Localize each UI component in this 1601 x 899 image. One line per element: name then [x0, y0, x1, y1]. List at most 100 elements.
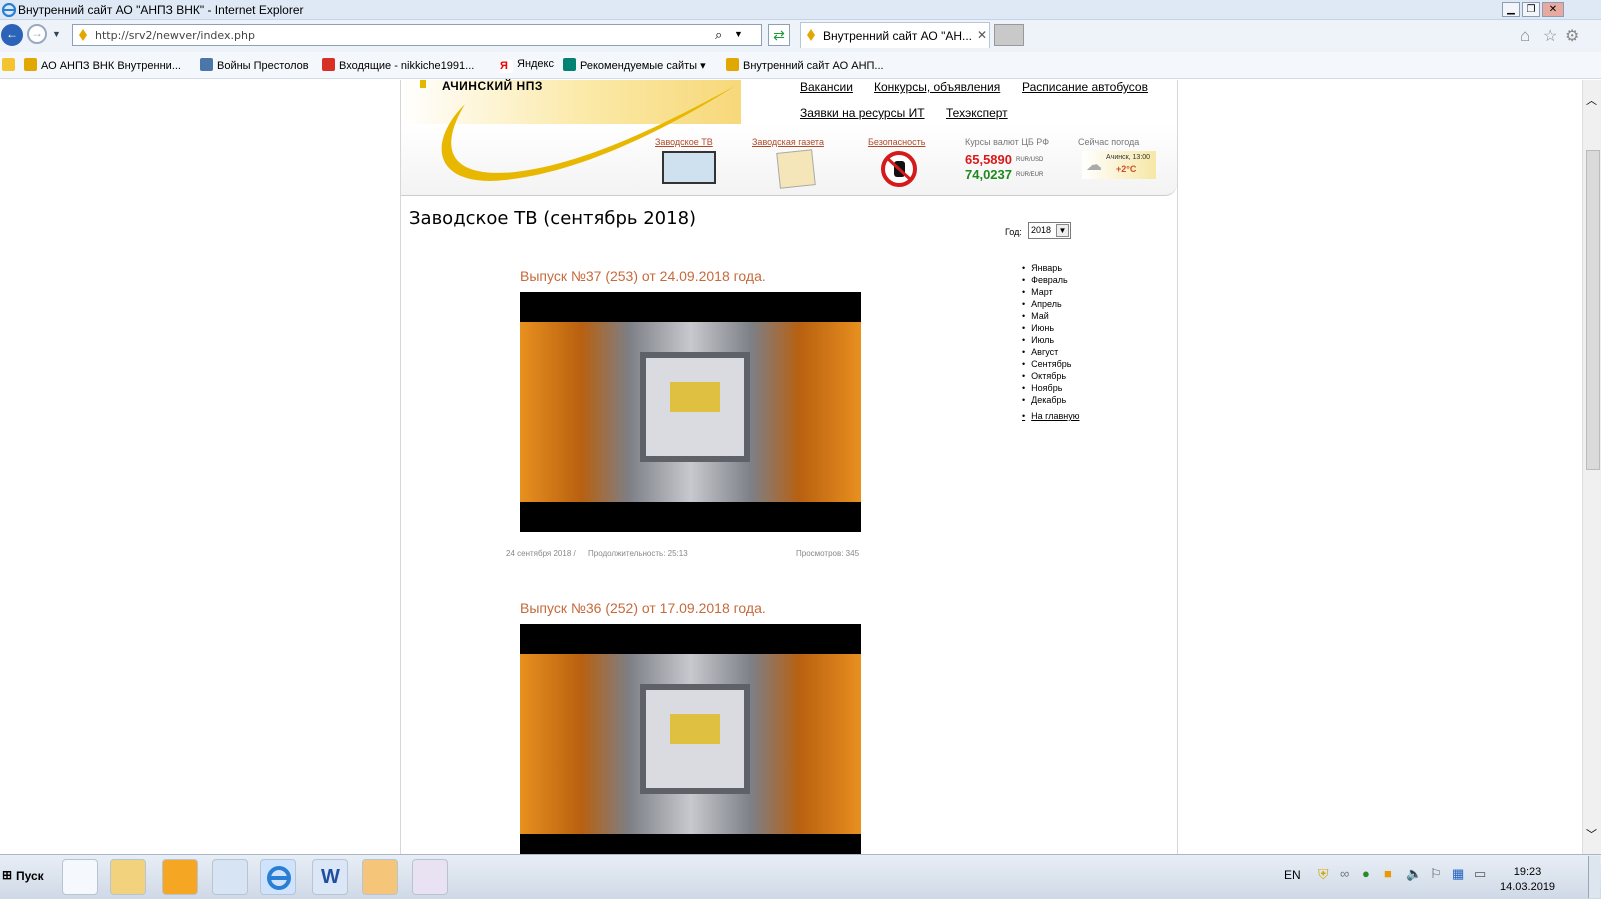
network-link-icon[interactable]: ∞: [1340, 866, 1349, 881]
scroll-down-icon[interactable]: ﹀: [1586, 826, 1597, 842]
start-button[interactable]: ⊞ Пуск: [0, 856, 48, 896]
minimize-button[interactable]: ▁: [1502, 2, 1520, 17]
language-indicator[interactable]: EN: [1284, 868, 1301, 882]
chevron-down-icon: ▼: [1056, 224, 1069, 237]
refresh-icon[interactable]: ⇄: [768, 24, 790, 46]
window-title: Внутренний сайт АО "АНПЗ ВНК" - Internet…: [18, 3, 304, 17]
favorite-link[interactable]: Внутренний сайт АО АНП...: [726, 58, 884, 72]
action-center-flag-icon[interactable]: ⚐: [1430, 866, 1442, 882]
volume-icon[interactable]: 🔈: [1406, 866, 1422, 882]
restore-button[interactable]: ❐: [1522, 2, 1540, 17]
nav-link-bus-schedule[interactable]: Расписание автобусов: [1022, 80, 1148, 94]
office-tray-icon[interactable]: ■: [1384, 866, 1392, 881]
nav-link-contests[interactable]: Конкурсы, объявления: [874, 80, 1000, 94]
site-favicon-icon: [79, 29, 87, 41]
month-link[interactable]: Октябрь: [1022, 370, 1080, 382]
month-link[interactable]: Январь: [1022, 262, 1080, 274]
new-tab-button[interactable]: [994, 24, 1024, 46]
month-link[interactable]: Февраль: [1022, 274, 1080, 286]
tab-close-icon[interactable]: ✕: [977, 28, 987, 42]
antivirus-icon[interactable]: ●: [1362, 866, 1370, 881]
favorite-link[interactable]: Рекомендуемые сайты ▾: [563, 58, 706, 72]
tab-favicon-icon: [807, 29, 815, 41]
display-icon[interactable]: ▭: [1474, 866, 1486, 882]
search-icon[interactable]: ⌕: [715, 27, 722, 43]
bing-icon: [563, 58, 576, 71]
eur-rate: 74,0237: [965, 167, 1012, 182]
outlook-icon[interactable]: [162, 859, 198, 895]
word-icon[interactable]: W: [312, 859, 348, 895]
issue-title-link[interactable]: Выпуск №36 (252) от 17.09.2018 года.: [520, 600, 766, 616]
browser-tab[interactable]: Внутренний сайт АО "АН... ✕: [800, 22, 990, 48]
video-thumbnail-detail: [670, 382, 720, 412]
page-title: Заводское ТВ (сентябрь 2018): [409, 208, 697, 229]
home-page-link[interactable]: На главную: [1022, 410, 1079, 422]
home-icon[interactable]: ⌂: [1520, 26, 1530, 46]
favorite-link[interactable]: АО АНПЗ ВНК Внутренни...: [24, 58, 181, 72]
favorite-link[interactable]: Я Яндекс: [500, 58, 554, 73]
video-thumbnail-detail: [670, 714, 720, 744]
weather-place: Ачинск, 13:00: [1106, 154, 1151, 161]
address-dropdown-icon[interactable]: ▼: [734, 29, 743, 39]
back-button[interactable]: ←: [1, 24, 23, 46]
nav-link-techexpert[interactable]: Техэксперт: [946, 106, 1008, 120]
month-link[interactable]: Июль: [1022, 334, 1080, 346]
eur-unit: RUR/EUR: [1016, 172, 1044, 178]
safety-stop-hand-icon[interactable]: [880, 150, 918, 188]
favorite-favicon-icon: [726, 58, 739, 71]
vk-icon: [200, 58, 213, 71]
issue-title-link[interactable]: Выпуск №37 (253) от 24.09.2018 года.: [520, 268, 766, 284]
network-icon[interactable]: ▦: [1452, 866, 1464, 882]
window-title-bar: Внутренний сайт АО "АНПЗ ВНК" - Internet…: [0, 0, 1601, 20]
month-link[interactable]: Сентябрь: [1022, 358, 1080, 370]
banner-safety-link[interactable]: Безопасность: [868, 137, 925, 147]
system-clock[interactable]: 19:23 14.03.2019: [1500, 865, 1555, 895]
tab-title: Внутренний сайт АО "АН...: [823, 29, 973, 43]
security-shield-icon[interactable]: ⛨: [1318, 866, 1329, 883]
favorites-add-icon[interactable]: [2, 58, 19, 72]
yandex-icon: Я: [500, 60, 513, 73]
internet-explorer-taskbar-icon[interactable]: [260, 859, 296, 895]
scroll-up-icon[interactable]: ︿: [1586, 92, 1597, 108]
nav-link-vacancies[interactable]: Вакансии: [800, 80, 853, 94]
month-link[interactable]: Ноябрь: [1022, 382, 1080, 394]
paint-icon[interactable]: [412, 859, 448, 895]
video-player[interactable]: [520, 292, 861, 532]
banner-factory-tv-link[interactable]: Заводское ТВ: [655, 137, 713, 147]
video-player[interactable]: [520, 624, 861, 854]
forward-button[interactable]: →: [27, 24, 47, 44]
issue-views: Просмотров: 345: [796, 549, 860, 558]
year-select[interactable]: 2018 ▼: [1028, 222, 1071, 239]
media-player-icon[interactable]: [362, 859, 398, 895]
weather-temp: +2°С: [1116, 164, 1137, 174]
scrollbar-thumb[interactable]: [1586, 150, 1600, 470]
tv-icon[interactable]: [662, 151, 716, 184]
favorite-link[interactable]: Войны Престолов: [200, 58, 309, 72]
month-link[interactable]: Декабрь: [1022, 394, 1080, 406]
history-dropdown-icon[interactable]: ▼: [52, 29, 61, 39]
address-bar[interactable]: http://srv2/newver/index.php ⌕ ▼: [72, 24, 762, 46]
settings-gear-icon[interactable]: ⚙: [1565, 26, 1579, 46]
issue-date: 24 сентября 2018 /: [506, 549, 576, 558]
close-button[interactable]: ✕: [1542, 2, 1564, 17]
newspaper-icon[interactable]: [776, 149, 816, 189]
weather-title: Сейчас погода: [1078, 137, 1140, 147]
favorites-star-icon[interactable]: ☆: [1543, 26, 1557, 46]
nav-link-it-requests[interactable]: Заявки на ресурсы ИТ: [800, 106, 925, 120]
address-url[interactable]: http://srv2/newver/index.php: [95, 29, 255, 42]
month-link[interactable]: Апрель: [1022, 298, 1080, 310]
clock-time: 19:23: [1513, 866, 1542, 878]
month-link[interactable]: Август: [1022, 346, 1080, 358]
clock-date: 14.03.2019: [1500, 881, 1556, 893]
calculator-icon[interactable]: [62, 859, 98, 895]
favorite-link[interactable]: Входящие - nikkiche1991...: [322, 58, 474, 72]
banner-newspaper-link[interactable]: Заводская газета: [752, 137, 824, 147]
month-link[interactable]: Июнь: [1022, 322, 1080, 334]
month-link[interactable]: Май: [1022, 310, 1080, 322]
show-desktop-button[interactable]: [1588, 856, 1600, 898]
month-link[interactable]: Март: [1022, 286, 1080, 298]
file-explorer-icon[interactable]: [110, 859, 146, 895]
windows-logo-icon: ⊞: [2, 868, 13, 882]
remote-desktop-icon[interactable]: [212, 859, 248, 895]
internet-explorer-icon: [2, 3, 16, 17]
